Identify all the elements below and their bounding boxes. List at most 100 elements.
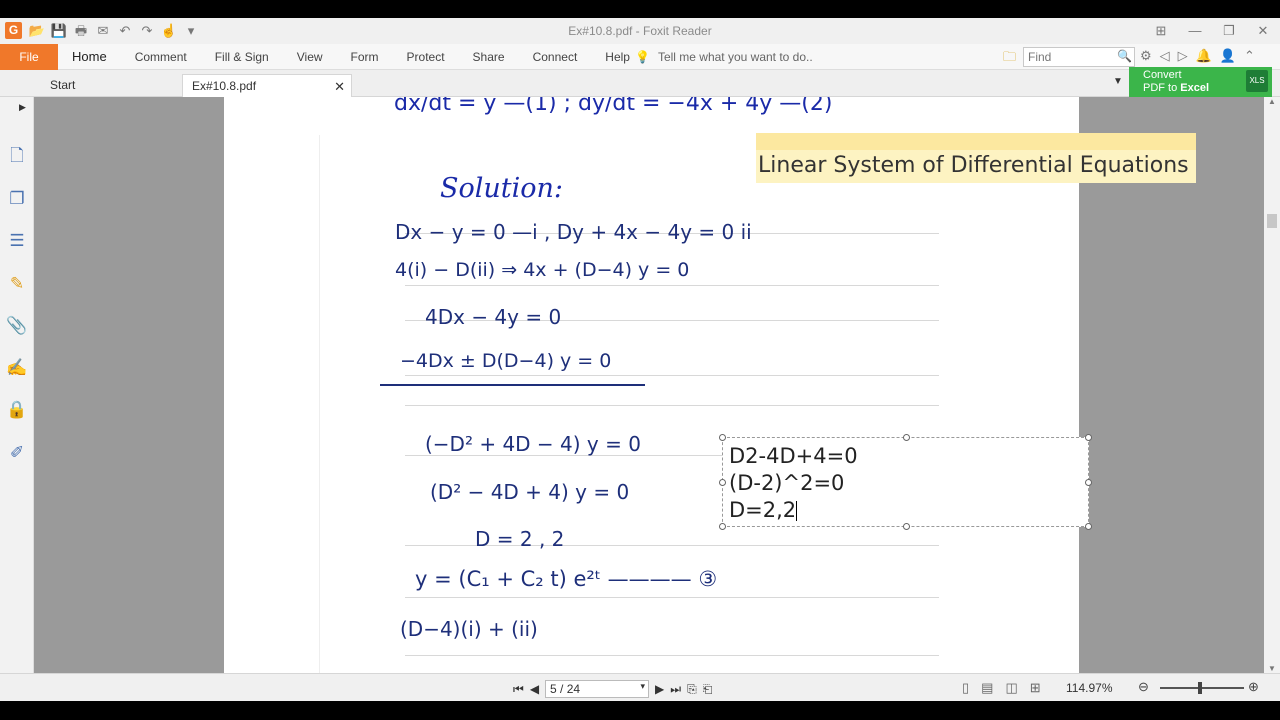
- layout-icon[interactable]: ⊞: [1144, 18, 1178, 44]
- find-input[interactable]: Find 🔍: [1023, 47, 1135, 67]
- continuous-page-icon[interactable]: ▤: [981, 680, 993, 696]
- view-mode-icons: ▯ ▤ ◫ ⊞: [962, 680, 1041, 696]
- tab-home[interactable]: Home: [58, 44, 121, 70]
- tab-view[interactable]: View: [283, 44, 337, 70]
- tab-document-label: Ex#10.8.pdf: [192, 79, 257, 93]
- ribbon-menu-bar: File Home Comment Fill & Sign View Form …: [0, 44, 1280, 70]
- page-navigation: ⏮ ◀ 5 / 24 ▾ ▶ ⏭ ⎘ ⎗: [513, 680, 712, 698]
- zoom-slider-knob[interactable]: [1198, 682, 1202, 694]
- scroll-down-icon[interactable]: ▼: [1268, 664, 1276, 673]
- restore-button[interactable]: ❐: [1212, 18, 1246, 44]
- excel-icon: XLS: [1246, 70, 1268, 92]
- lesson-title: Linear System of Differential Equations: [758, 153, 1189, 178]
- collapse-ribbon-icon[interactable]: ⌃: [1244, 48, 1255, 64]
- equation-line: (D² − 4D + 4) y = 0: [430, 480, 630, 504]
- tab-start[interactable]: Start: [50, 74, 75, 97]
- convert-line2-bold: Excel: [1180, 82, 1210, 94]
- tab-protect[interactable]: Protect: [393, 44, 459, 70]
- textbox-line[interactable]: D=2,2: [729, 498, 798, 522]
- tab-connect[interactable]: Connect: [519, 44, 592, 70]
- scroll-thumb[interactable]: [1267, 214, 1277, 228]
- window-controls: ⊞ — ❐ ✕: [1144, 18, 1280, 44]
- page-number-input[interactable]: 5 / 24 ▾: [545, 680, 650, 698]
- comments-icon[interactable]: ✎: [6, 273, 28, 295]
- zoom-level[interactable]: 114.97%: [1066, 681, 1112, 695]
- previous-page-icon[interactable]: ◀: [530, 682, 539, 696]
- tab-fill-sign[interactable]: Fill & Sign: [201, 44, 283, 70]
- scroll-up-icon[interactable]: ▲: [1268, 97, 1276, 106]
- page-number-value: 5 / 24: [550, 682, 581, 696]
- typewriter-textbox[interactable]: D2-4D+4=0 (D-2)^2=0 D=2,2: [719, 434, 1092, 530]
- resize-handle[interactable]: [903, 434, 910, 441]
- layers-icon[interactable]: ☰: [6, 230, 28, 252]
- signatures-icon[interactable]: ✍: [6, 357, 28, 379]
- resize-handle[interactable]: [719, 479, 726, 486]
- search-icon[interactable]: 🔍: [1117, 49, 1132, 63]
- page-thumbnails-icon[interactable]: ❐: [6, 188, 28, 210]
- previous-view-icon[interactable]: ⎘: [687, 682, 697, 697]
- minimize-button[interactable]: —: [1178, 18, 1212, 44]
- tab-document[interactable]: Ex#10.8.pdf ✕: [182, 74, 352, 97]
- tab-form[interactable]: Form: [337, 44, 393, 70]
- vertical-scrollbar[interactable]: ▲ ▼: [1264, 97, 1280, 673]
- tab-share[interactable]: Share: [459, 44, 519, 70]
- tell-me-label: Tell me what you want to do..: [657, 50, 813, 64]
- close-window-button[interactable]: ✕: [1246, 18, 1280, 44]
- zoom-slider[interactable]: [1160, 682, 1244, 694]
- file-menu-button[interactable]: File: [0, 44, 58, 70]
- continuous-facing-icon[interactable]: ⊞: [1030, 680, 1041, 696]
- next-page-icon[interactable]: ▶: [655, 682, 664, 696]
- find-folder-icon[interactable]: 🗀: [1003, 48, 1016, 70]
- page-dropdown-icon[interactable]: ▾: [641, 681, 646, 692]
- content-tools-icon[interactable]: ✐: [6, 442, 28, 464]
- resize-handle[interactable]: [903, 523, 910, 530]
- first-page-icon[interactable]: ⏮: [513, 682, 524, 697]
- equation-line: 4Dx − 4y = 0: [425, 305, 562, 329]
- facing-page-icon[interactable]: ◫: [1005, 680, 1017, 696]
- resize-handle[interactable]: [1085, 434, 1092, 441]
- bookmark-icon[interactable]: 🗋: [6, 145, 28, 167]
- user-account-icon[interactable]: 👤: [1220, 48, 1236, 64]
- textbox-line[interactable]: D2-4D+4=0: [729, 444, 858, 468]
- settings-gear-icon[interactable]: ⚙: [1140, 48, 1152, 64]
- lightbulb-icon: 💡: [635, 50, 650, 64]
- convert-pdf-to-excel-button[interactable]: Convert PDF to Excel XLS: [1129, 67, 1272, 97]
- notification-bell-icon[interactable]: 🔔: [1196, 48, 1212, 64]
- equation-line: y = (C₁ + C₂ t) e²ᵗ ———— ③: [415, 567, 718, 591]
- document-view[interactable]: Solution: Dx − y = 0 —i , Dy + 4x − 4y =…: [34, 97, 1264, 673]
- convert-line2-prefix: PDF to: [1143, 82, 1181, 94]
- lesson-title-banner: Linear System of Differential Equations: [756, 133, 1196, 183]
- text-cursor: [796, 501, 798, 521]
- expand-panel-icon[interactable]: ▶: [19, 102, 26, 113]
- resize-handle[interactable]: [719, 523, 726, 530]
- status-bar: ⏮ ◀ 5 / 24 ▾ ▶ ⏭ ⎘ ⎗ ▯ ▤ ◫ ⊞ 114.97% ⊖ ⊕: [0, 673, 1280, 701]
- back-arrow-icon[interactable]: ◁: [1160, 48, 1170, 64]
- tell-me-search[interactable]: 💡 Tell me what you want to do..: [635, 44, 813, 70]
- resize-handle[interactable]: [719, 434, 726, 441]
- equation-line: (D−4)(i) + (ii): [400, 617, 538, 641]
- forward-arrow-icon[interactable]: ▷: [1178, 48, 1188, 64]
- zoom-out-icon[interactable]: ⊖: [1138, 679, 1149, 695]
- equation-line: D = 2 , 2: [475, 527, 565, 551]
- title-bar: G 📂 💾 🖶 ✉ ↶ ↷ ☝ ▾ Ex#10.8.pdf - Foxit Re…: [0, 18, 1280, 44]
- equation-line: (−D² + 4D − 4) y = 0: [425, 432, 641, 456]
- right-toolbar: ⚙ ◁ ▷ 🔔 👤 ⌃: [1140, 48, 1255, 64]
- resize-handle[interactable]: [1085, 523, 1092, 530]
- zoom-in-icon[interactable]: ⊕: [1248, 679, 1259, 695]
- close-tab-icon[interactable]: ✕: [334, 75, 345, 98]
- single-page-icon[interactable]: ▯: [962, 680, 969, 696]
- tab-list-dropdown-icon[interactable]: ▼: [1113, 76, 1123, 87]
- tab-comment[interactable]: Comment: [121, 44, 201, 70]
- security-lock-icon[interactable]: 🔒: [6, 399, 28, 421]
- textbox-line[interactable]: (D-2)^2=0: [729, 471, 844, 495]
- equation-line: 4(i) − D(ii) ⇒ 4x + (D−4) y = 0: [395, 259, 690, 281]
- handwritten-sheet: Solution: Dx − y = 0 —i , Dy + 4x − 4y =…: [319, 135, 1009, 673]
- textbox-line-text: D=2,2: [729, 498, 797, 522]
- solution-heading: Solution:: [440, 173, 564, 204]
- next-view-icon[interactable]: ⎗: [703, 682, 713, 697]
- last-page-icon[interactable]: ⏭: [670, 682, 681, 697]
- attachments-icon[interactable]: 📎: [6, 315, 28, 337]
- resize-handle[interactable]: [1085, 479, 1092, 486]
- document-tab-bar: Start Ex#10.8.pdf ✕: [0, 70, 1280, 97]
- equation-header: dx/dt = y —(1) ; dy/dt = −4x + 4y —(2): [394, 97, 833, 116]
